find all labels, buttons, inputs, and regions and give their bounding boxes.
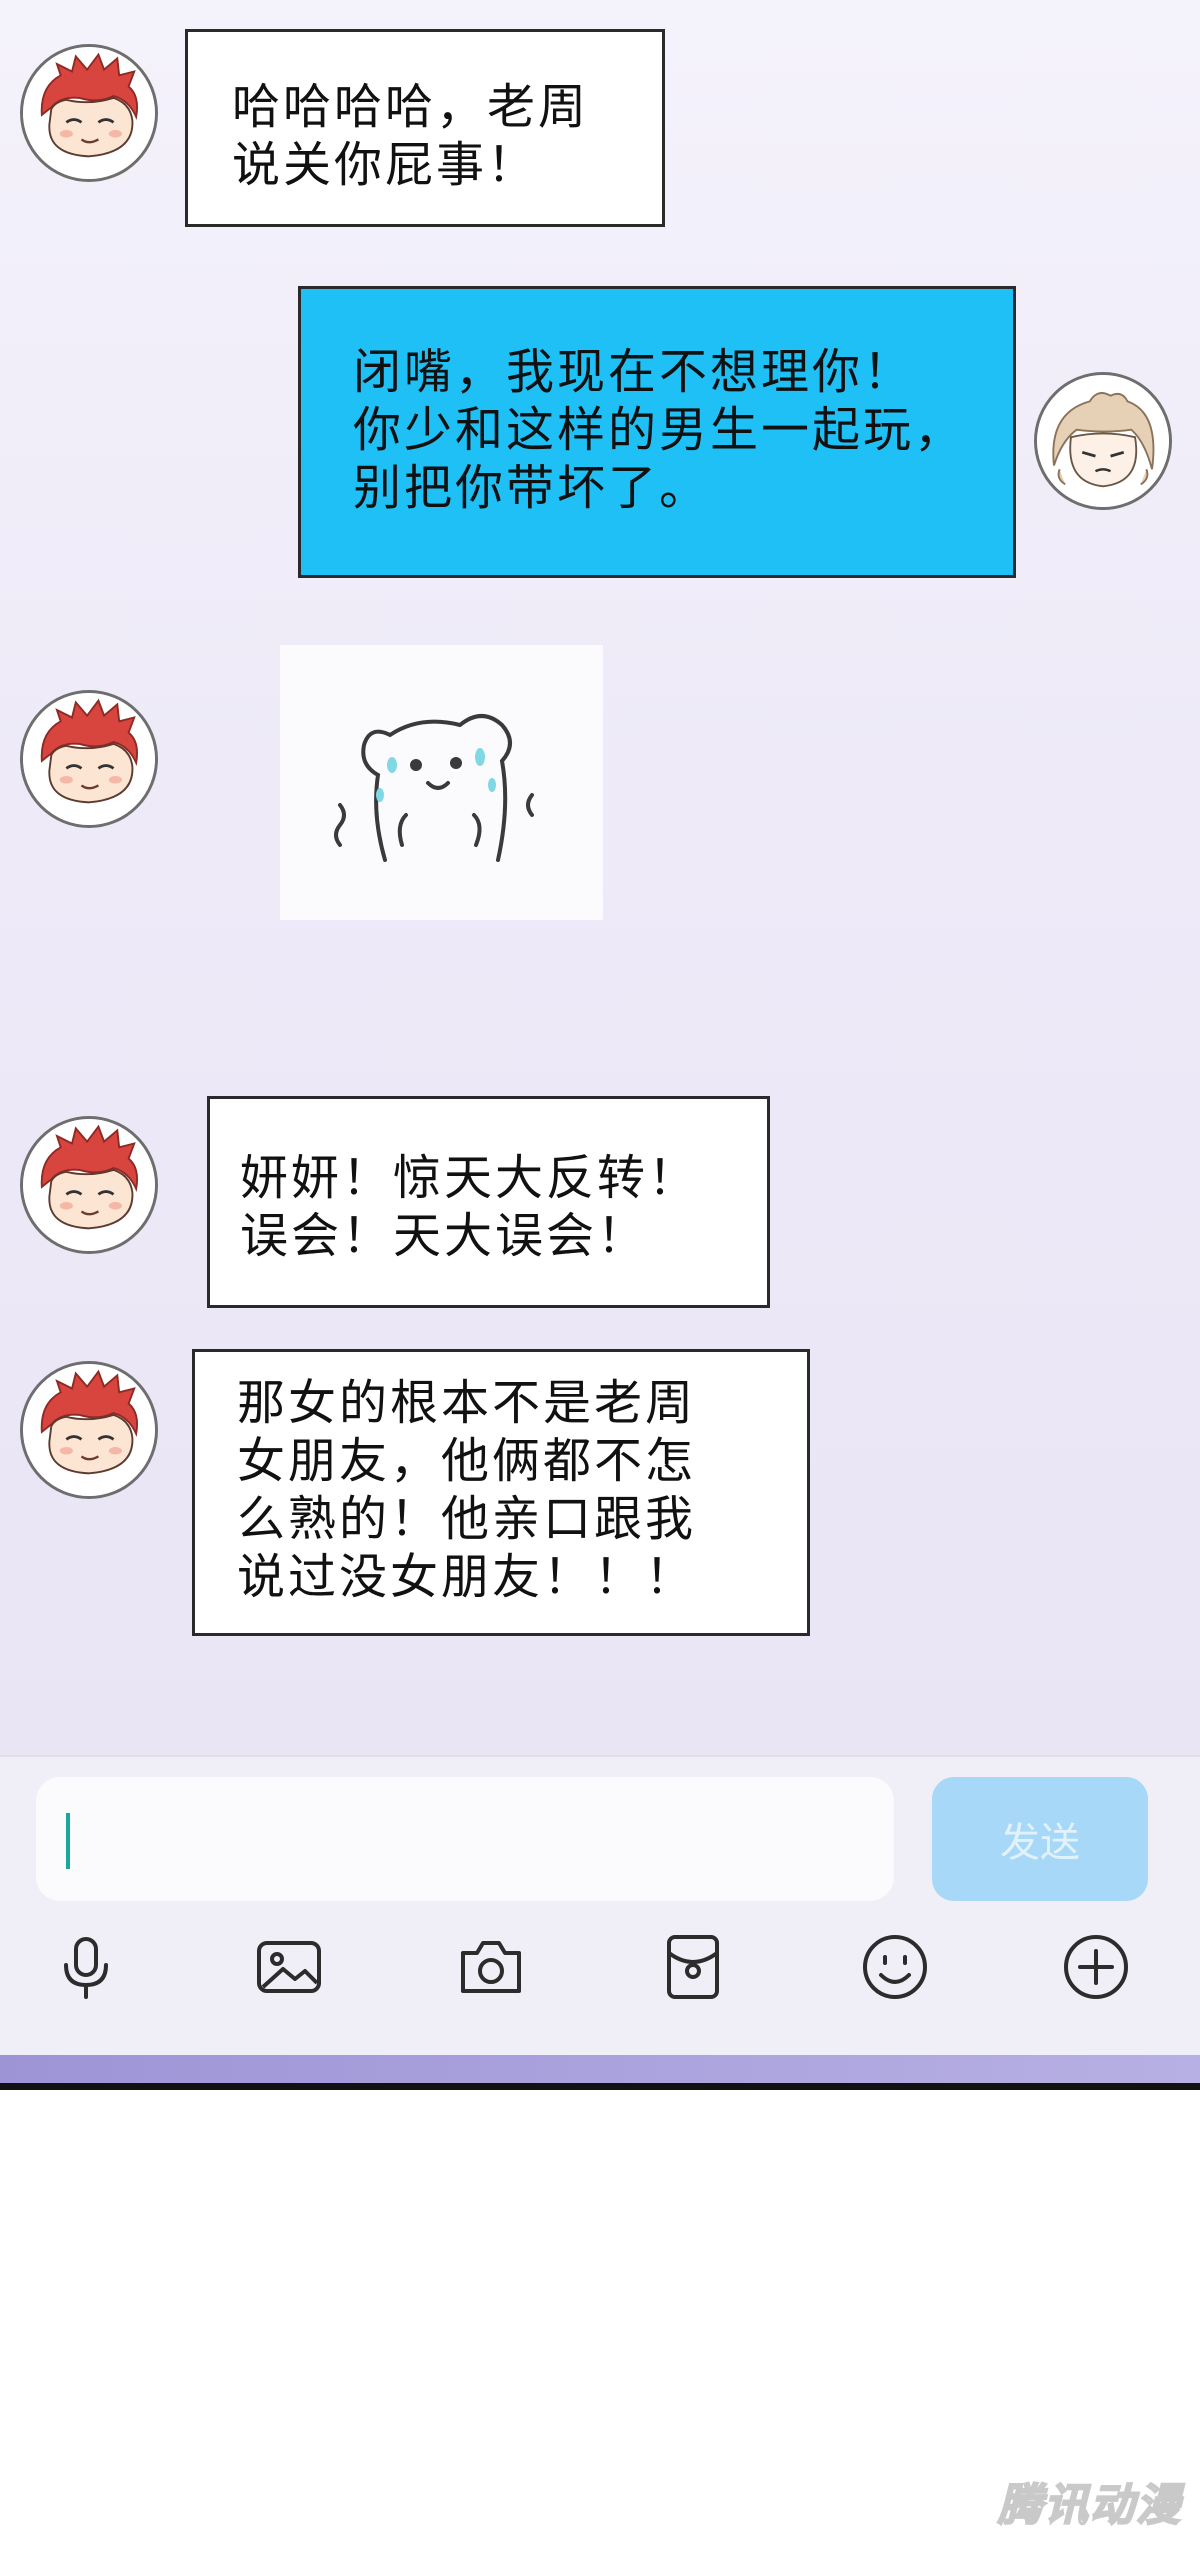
emoji-icon[interactable] bbox=[855, 1927, 935, 2007]
sweating-bear-sticker[interactable] bbox=[280, 645, 603, 920]
panel-divider bbox=[0, 2083, 1200, 2090]
message-bubble[interactable]: 哈哈哈哈，老周 说关你屁事！ bbox=[185, 29, 665, 227]
friend-avatar[interactable] bbox=[20, 44, 158, 182]
self-message-bubble[interactable]: 闭嘴，我现在不想理你！ 你少和这样的男生一起玩， 别把你带坏了。 bbox=[298, 286, 1016, 578]
input-panel: 发送 bbox=[0, 1755, 1200, 2057]
camera-icon[interactable] bbox=[451, 1927, 531, 2007]
chat-area: 哈哈哈哈，老周 说关你屁事！ 闭嘴，我现在不想理你！ 你少和这样的男生一起玩， … bbox=[0, 0, 1200, 1755]
red-packet-icon[interactable] bbox=[653, 1927, 733, 2007]
friend-avatar[interactable] bbox=[20, 690, 158, 828]
image-icon[interactable] bbox=[249, 1927, 329, 2007]
self-avatar[interactable] bbox=[1034, 372, 1172, 510]
message-bubble[interactable]: 妍妍！惊天大反转！ 误会！天大误会！ bbox=[207, 1096, 770, 1308]
friend-avatar[interactable] bbox=[20, 1116, 158, 1254]
message-bubble[interactable]: 那女的根本不是老周 女朋友，他俩都不怎 么熟的！他亲口跟我 说过没女朋友！！！ bbox=[192, 1349, 810, 1636]
send-button[interactable]: 发送 bbox=[932, 1777, 1148, 1901]
microphone-icon[interactable] bbox=[46, 1927, 126, 2007]
friend-avatar[interactable] bbox=[20, 1361, 158, 1499]
watermark: 腾讯动漫 bbox=[997, 2479, 1182, 2532]
plus-icon[interactable] bbox=[1056, 1927, 1136, 2007]
message-input[interactable] bbox=[36, 1777, 894, 1901]
text-cursor bbox=[66, 1813, 70, 1869]
bottom-bar bbox=[0, 2055, 1200, 2083]
